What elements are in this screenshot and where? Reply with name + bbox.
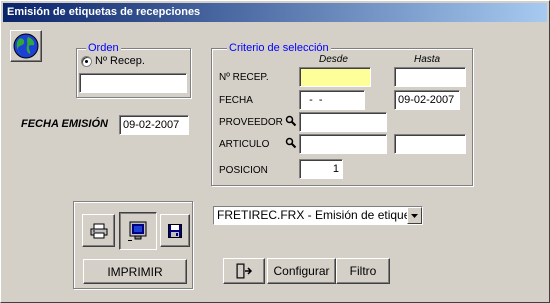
articulo-hasta-input[interactable] [394,134,466,154]
screen-button[interactable] [119,212,157,250]
window-title: Emisión de etiquetas de recepciones [3,3,547,22]
main-window: Emisión de etiquetas de recepciones Orde… [0,0,550,303]
nrecep-desde-input[interactable] [299,67,371,87]
floppy-disk-icon [168,223,182,238]
printer-button[interactable] [82,214,115,247]
orden-group-title: Orden [86,42,121,54]
proveedor-input[interactable] [299,112,387,132]
proveedor-search-icon[interactable] [285,115,297,127]
nrecep-radio[interactable] [81,56,92,67]
hasta-header: Hasta [414,54,441,65]
fecha-label: FECHA [219,95,253,106]
articulo-label: ARTICULO [219,139,270,150]
exit-button[interactable] [223,258,265,284]
globe-icon [13,33,39,59]
proveedor-label: PROVEEDOR [219,117,283,128]
chevron-down-icon[interactable] [407,207,422,224]
save-file-button[interactable] [160,214,190,247]
posicion-input[interactable]: 1 [299,159,343,179]
report-select[interactable]: FRETIREC.FRX - Emisión de etique [213,206,423,225]
orden-input[interactable] [79,73,187,93]
articulo-desde-input[interactable] [299,134,387,154]
exit-door-icon [236,263,253,279]
filtro-button[interactable]: Filtro [336,258,390,284]
fecha-emision-label: FECHA EMISIÓN [21,118,108,130]
fecha-hasta-input[interactable]: 09-02-2007 [394,90,460,110]
fecha-emision-input[interactable]: 09-02-2007 [119,115,189,135]
imprimir-button[interactable]: IMPRIMIR [83,259,187,284]
fecha-desde-input[interactable]: - - [299,90,365,110]
posicion-label: POSICION [219,165,268,176]
report-select-value: FRETIREC.FRX - Emisión de etique [217,208,411,222]
screen-preview-icon [128,221,147,241]
articulo-search-icon[interactable] [285,137,297,149]
nrecep-hasta-input[interactable] [394,67,466,87]
printer-icon [90,223,107,238]
configurar-button[interactable]: Configurar [267,258,336,284]
nrecep-label: Nº RECEP. [219,72,269,83]
criterio-group-title: Criterio de selección [227,42,331,54]
desde-header: Desde [319,54,348,65]
globe-button[interactable] [10,30,42,62]
nrecep-radio-label: Nº Recep. [95,55,145,67]
